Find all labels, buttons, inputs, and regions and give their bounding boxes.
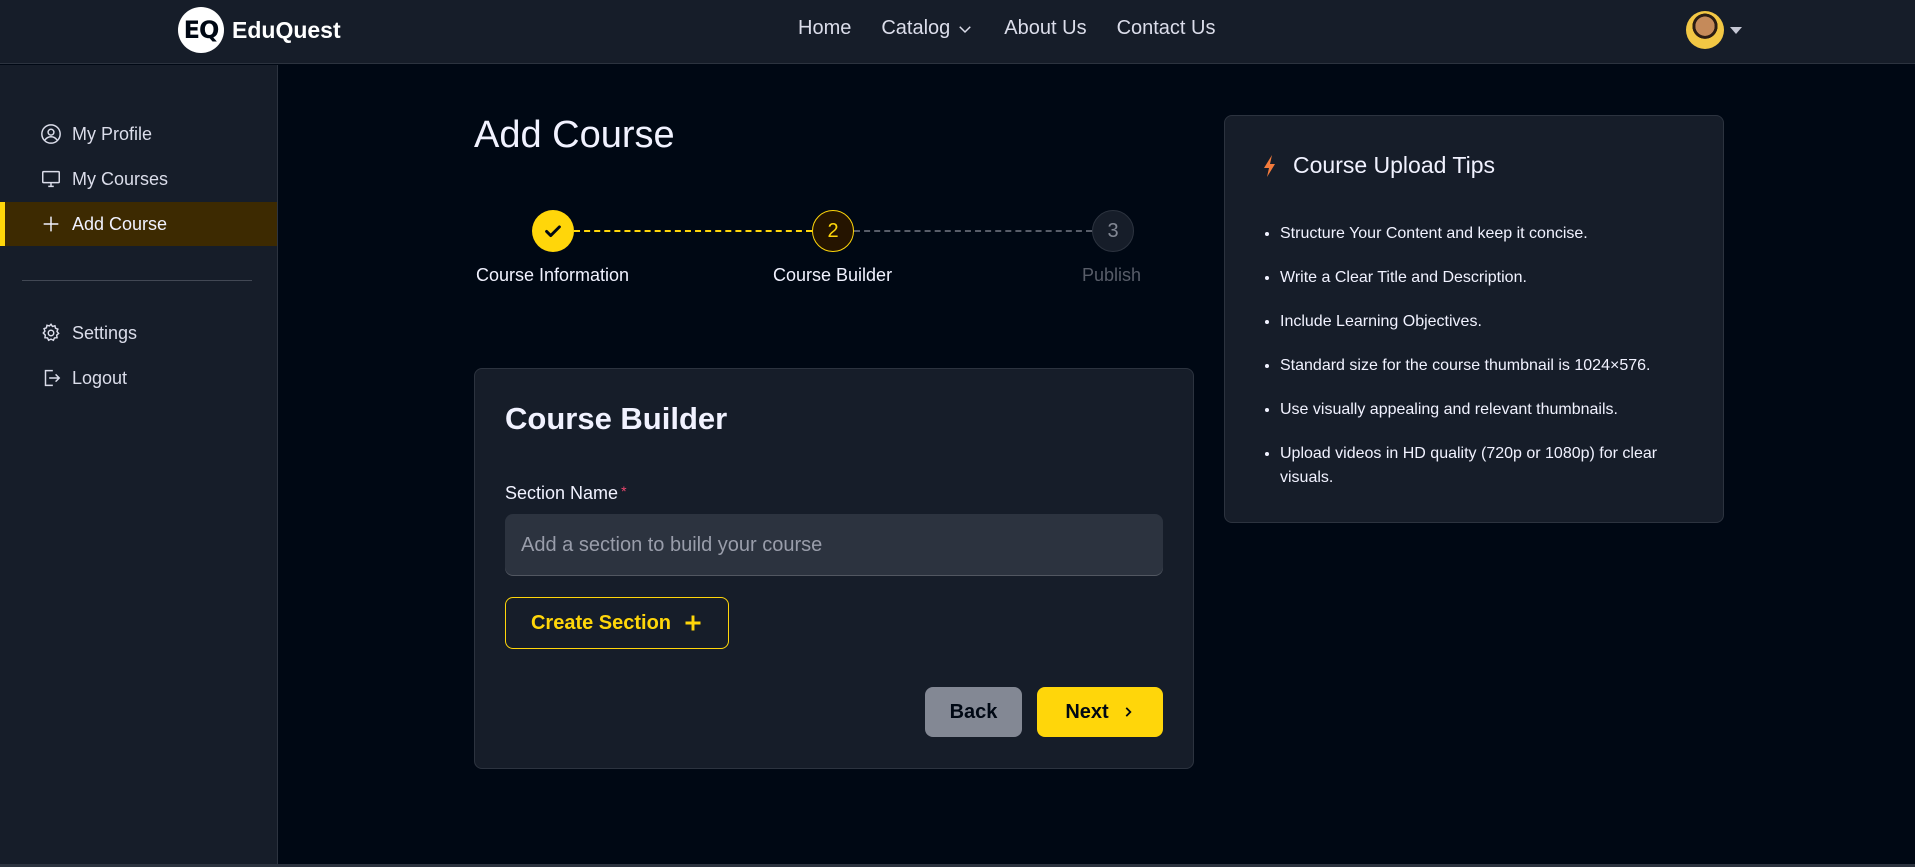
tip-item: Write a Clear Title and Description. bbox=[1280, 266, 1700, 290]
sidebar-item-my-courses[interactable]: My Courses bbox=[0, 157, 277, 201]
user-circle-icon bbox=[41, 124, 61, 144]
tip-item: Standard size for the course thumbnail i… bbox=[1280, 354, 1700, 378]
section-name-label: Section Name * bbox=[505, 483, 627, 504]
tip-item: Include Learning Objectives. bbox=[1280, 310, 1700, 334]
builder-title: Course Builder bbox=[505, 401, 728, 436]
nav-about-us[interactable]: About Us bbox=[1004, 17, 1086, 40]
sidebar-item-add-course[interactable]: Add Course bbox=[0, 202, 277, 246]
plus-icon bbox=[43, 216, 59, 232]
lightning-icon bbox=[1264, 154, 1275, 177]
section-name-label-text: Section Name bbox=[505, 483, 619, 503]
sidebar-item-label: My Profile bbox=[72, 123, 153, 144]
section-name-input[interactable] bbox=[505, 514, 1163, 576]
sidebar-divider bbox=[22, 280, 252, 281]
step-connector-pending bbox=[854, 230, 1092, 232]
progress-stepper: 2 3 Course Information Course Builder Pu… bbox=[474, 210, 1154, 290]
chevron-down-icon bbox=[959, 25, 972, 33]
tip-item: Use visually appealing and relevant thum… bbox=[1280, 398, 1700, 422]
create-section-label: Create Section bbox=[530, 611, 672, 634]
plus-icon bbox=[685, 615, 701, 631]
top-navbar: EQ EduQuest Home Catalog About Us Contac… bbox=[0, 0, 1915, 64]
sidebar-item-label: Add Course bbox=[72, 213, 168, 234]
check-icon bbox=[545, 225, 561, 238]
chevron-right-icon bbox=[1125, 707, 1132, 717]
page-title: Add Course bbox=[474, 114, 675, 156]
sidebar-item-my-profile[interactable]: My Profile bbox=[0, 112, 277, 156]
step-2-circle: 2 bbox=[812, 210, 854, 252]
sidebar: My Profile My Courses Add Course Setting… bbox=[0, 65, 278, 865]
step-1-circle bbox=[532, 210, 574, 252]
step-2-label: Course Builder bbox=[773, 265, 893, 285]
tips-title: Course Upload Tips bbox=[1293, 152, 1495, 178]
nav-home[interactable]: Home bbox=[798, 17, 851, 40]
logout-icon bbox=[44, 369, 61, 387]
back-button[interactable]: Back bbox=[925, 687, 1022, 737]
required-mark: * bbox=[621, 483, 627, 499]
nav-contact-label: Contact Us bbox=[1116, 17, 1216, 39]
step-connector-completed bbox=[574, 230, 812, 232]
sidebar-item-label: Logout bbox=[72, 367, 128, 388]
next-label: Next bbox=[1065, 700, 1109, 723]
nav-catalog-label: Catalog bbox=[881, 17, 951, 39]
course-builder-panel: Course Builder Section Name* Create Sect… bbox=[474, 368, 1194, 769]
avatar[interactable] bbox=[1686, 11, 1724, 49]
nav-home-label: Home bbox=[798, 17, 852, 39]
upload-tips-panel: Course Upload Tips Structure Your Conten… bbox=[1224, 115, 1724, 523]
tips-header: Course Upload Tips bbox=[1261, 152, 1495, 179]
gear-icon bbox=[42, 323, 60, 342]
brand-name: EduQuest bbox=[232, 16, 341, 43]
step-3-label: Publish bbox=[1082, 265, 1142, 285]
sidebar-item-label: Settings bbox=[72, 322, 138, 343]
sidebar-item-settings[interactable]: Settings bbox=[0, 311, 277, 355]
step-1-label: Course Information bbox=[476, 265, 630, 285]
tip-item: Upload videos in HD quality (720p or 108… bbox=[1280, 442, 1700, 490]
sidebar-item-label: My Courses bbox=[72, 168, 169, 189]
user-menu[interactable] bbox=[1686, 11, 1742, 49]
main-nav: Home Catalog About Us Contact Us bbox=[798, 17, 1216, 40]
step-3-circle: 3 bbox=[1092, 210, 1134, 252]
brand-logo[interactable]: EQ EduQuest bbox=[178, 7, 341, 53]
tip-item: Structure Your Content and keep it conci… bbox=[1280, 222, 1700, 246]
tips-list: Structure Your Content and keep it conci… bbox=[1280, 222, 1700, 510]
nav-about-label: About Us bbox=[1004, 17, 1087, 39]
caret-down-icon[interactable] bbox=[1730, 26, 1742, 34]
logo-badge: EQ bbox=[178, 7, 224, 53]
create-section-button[interactable]: Create Section bbox=[505, 597, 729, 649]
nav-catalog[interactable]: Catalog bbox=[881, 17, 974, 40]
sidebar-item-logout[interactable]: Logout bbox=[0, 356, 277, 400]
next-button[interactable]: Next bbox=[1037, 687, 1163, 737]
monitor-icon bbox=[42, 170, 60, 188]
nav-contact-us[interactable]: Contact Us bbox=[1117, 17, 1216, 40]
